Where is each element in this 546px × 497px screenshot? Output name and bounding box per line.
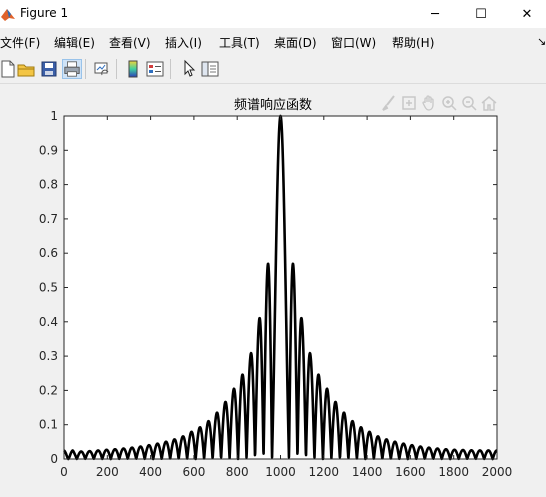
pan-hand-icon[interactable] (420, 94, 438, 112)
figure-toolbar (0, 54, 546, 84)
axes-toolbar (380, 94, 498, 112)
toolbar-separator (85, 59, 86, 79)
window-title: Figure 1 (20, 6, 69, 20)
legend-icon[interactable] (145, 59, 165, 79)
open-file-icon[interactable] (16, 59, 36, 79)
toolbar-separator (116, 59, 117, 79)
y-tick-label: 0.2 (39, 383, 58, 397)
zoom-out-icon[interactable] (460, 94, 478, 112)
menu-help[interactable]: 帮助(H) (392, 34, 434, 51)
data-tips-icon[interactable] (400, 94, 418, 112)
menu-tools[interactable]: 工具(T) (219, 34, 260, 51)
toolbar-separator (170, 59, 171, 79)
y-tick-label: 0.7 (39, 212, 58, 226)
chart-plot[interactable]: 0 200 400 600 800 1000 1200 1400 1600 1800 2000 0 0.… (0, 84, 546, 497)
window-titlebar: Figure 1 ─ ☐ ✕ (0, 0, 546, 28)
colorbar-icon[interactable] (123, 59, 143, 79)
x-tick-label: 600 (182, 465, 205, 479)
minimize-icon: ─ (431, 6, 439, 22)
matlab-logo-icon (1, 9, 15, 21)
x-tick-label: 0 (60, 465, 68, 479)
menu-file[interactable]: 文件(F) (0, 34, 40, 51)
axes-background (64, 116, 497, 459)
x-tick-label: 800 (226, 465, 249, 479)
x-tick-label: 200 (96, 465, 119, 479)
menu-overflow-arrow-icon[interactable]: ↘ (537, 35, 546, 48)
home-icon[interactable] (480, 94, 498, 112)
menu-bar: 文件(F) 编辑(E) 查看(V) 插入(I) 工具(T) 桌面(D) 窗口(W… (0, 28, 546, 54)
y-tick-label: 0 (50, 452, 58, 466)
brush-icon[interactable] (380, 94, 398, 112)
menu-window[interactable]: 窗口(W) (331, 34, 376, 51)
y-tick-label: 0.4 (39, 315, 58, 329)
print-icon[interactable] (62, 59, 82, 79)
figure-canvas: 0 200 400 600 800 1000 1200 1400 1600 1800 2000 0 0.… (0, 84, 546, 497)
close-button[interactable]: ✕ (504, 0, 546, 28)
y-tick-label: 0.8 (39, 178, 58, 192)
y-tick-label: 0.6 (39, 246, 58, 260)
x-tick-label: 1000 (265, 465, 296, 479)
zoom-in-icon[interactable] (440, 94, 458, 112)
maximize-icon: ☐ (475, 6, 487, 22)
x-tick-label: 2000 (482, 465, 513, 479)
x-tick-label: 1200 (309, 465, 340, 479)
menu-insert[interactable]: 插入(I) (165, 34, 202, 51)
edit-plot-arrow-icon[interactable] (179, 59, 199, 79)
y-tick-label: 0.5 (39, 281, 58, 295)
property-inspector-icon[interactable] (200, 59, 220, 79)
menu-desktop[interactable]: 桌面(D) (274, 34, 317, 51)
menu-view[interactable]: 查看(V) (109, 34, 151, 51)
save-icon[interactable] (39, 59, 59, 79)
x-tick-label: 1400 (352, 465, 383, 479)
y-tick-label: 0.9 (39, 143, 58, 157)
x-tick-label: 400 (139, 465, 162, 479)
x-tick-label: 1800 (438, 465, 469, 479)
maximize-button[interactable]: ☐ (458, 0, 504, 28)
close-icon: ✕ (521, 6, 533, 22)
minimize-button[interactable]: ─ (412, 0, 458, 28)
x-tick-label: 1600 (395, 465, 426, 479)
menu-edit[interactable]: 编辑(E) (54, 34, 95, 51)
y-tick-label: 0.3 (39, 349, 58, 363)
link-plot-icon[interactable] (92, 59, 112, 79)
y-tick-label: 0.1 (39, 418, 58, 432)
